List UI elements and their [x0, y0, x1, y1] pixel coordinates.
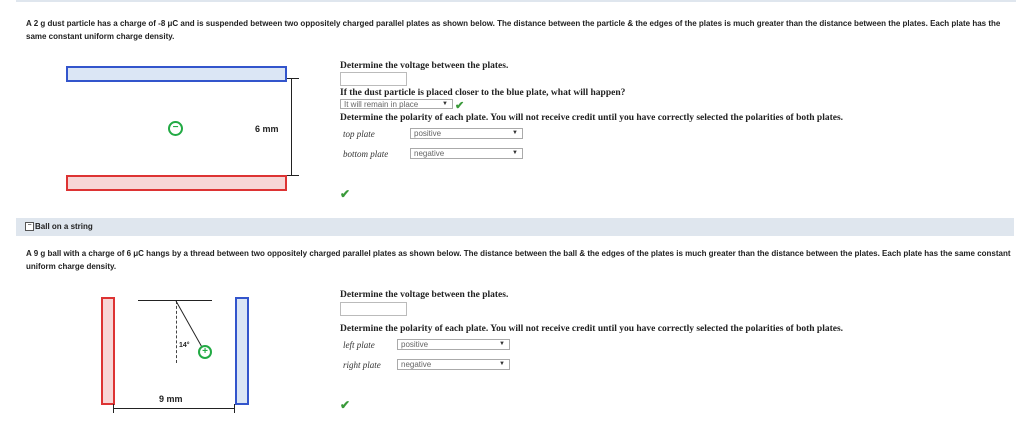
- distance-label-9mm: 9 mm: [159, 394, 183, 404]
- section-header-ball-on-string: [16, 218, 1014, 236]
- ball-icon: +: [198, 345, 212, 359]
- section-title: Ball on a string: [35, 222, 93, 231]
- dust-particle-icon: −: [168, 121, 183, 136]
- dimension-tick-top: [287, 78, 299, 79]
- blue-plate-right: [235, 297, 249, 405]
- question-voltage: Determine the voltage between the plates…: [340, 61, 509, 71]
- top-plate-select-value: positive: [414, 129, 442, 138]
- right-plate-select-value: negative: [401, 360, 432, 369]
- dimension-line-vertical: [291, 78, 292, 175]
- chevron-down-icon: ▼: [442, 101, 448, 107]
- ball-sign: +: [202, 346, 208, 357]
- thread-svg: [175, 300, 204, 350]
- dimension-tick-left: [113, 404, 114, 413]
- outcome-select[interactable]: It will remain in place ▼: [340, 99, 453, 109]
- cut-section-header: [16, 0, 1016, 2]
- red-plate-bottom: [66, 175, 287, 191]
- dimension-line-horizontal: [113, 408, 235, 409]
- chevron-down-icon: ▼: [499, 361, 505, 367]
- blue-plate-top: [66, 66, 287, 82]
- label-right-plate: right plate: [343, 360, 381, 370]
- check-icon: ✔: [340, 187, 351, 201]
- left-plate-select[interactable]: positive ▼: [397, 339, 510, 350]
- problem-text-dust: A 2 g dust particle has a charge of -8 μ…: [26, 19, 1001, 41]
- problem-text-ball: A 9 g ball with a charge of 6 μC hangs b…: [26, 249, 1011, 271]
- outcome-select-value: It will remain in place: [344, 100, 419, 109]
- angle-label: 14°: [179, 342, 190, 349]
- check-icon: ✔: [340, 398, 351, 412]
- label-left-plate: left plate: [343, 340, 375, 350]
- particle-sign: −: [172, 122, 179, 133]
- chevron-down-icon: ▼: [512, 150, 518, 156]
- chevron-down-icon: ▼: [499, 341, 505, 347]
- check-icon: ✔: [455, 100, 465, 112]
- right-plate-select[interactable]: negative ▼: [397, 359, 510, 370]
- question-closer-blue: If the dust particle is placed closer to…: [340, 88, 626, 98]
- label-top-plate: top plate: [343, 129, 375, 139]
- question-polarity: Determine the polarity of each plate. Yo…: [340, 113, 844, 123]
- voltage-input[interactable]: [340, 72, 407, 86]
- collapse-toggle-icon[interactable]: −: [25, 222, 34, 231]
- bottom-plate-select-value: negative: [414, 149, 445, 158]
- dimension-tick-bottom: [287, 175, 299, 176]
- left-plate-select-value: positive: [401, 340, 429, 349]
- question-polarity-ball: Determine the polarity of each plate. Yo…: [340, 324, 844, 334]
- label-bottom-plate: bottom plate: [343, 149, 389, 159]
- voltage-input-ball[interactable]: [340, 302, 407, 316]
- question-voltage-ball: Determine the voltage between the plates…: [340, 290, 509, 300]
- dimension-tick-right: [234, 404, 235, 413]
- bottom-plate-select[interactable]: negative ▼: [410, 148, 523, 159]
- top-plate-select[interactable]: positive ▼: [410, 128, 523, 139]
- chevron-down-icon: ▼: [512, 130, 518, 136]
- distance-label-6mm: 6 mm: [255, 124, 279, 134]
- red-plate-left: [101, 297, 115, 405]
